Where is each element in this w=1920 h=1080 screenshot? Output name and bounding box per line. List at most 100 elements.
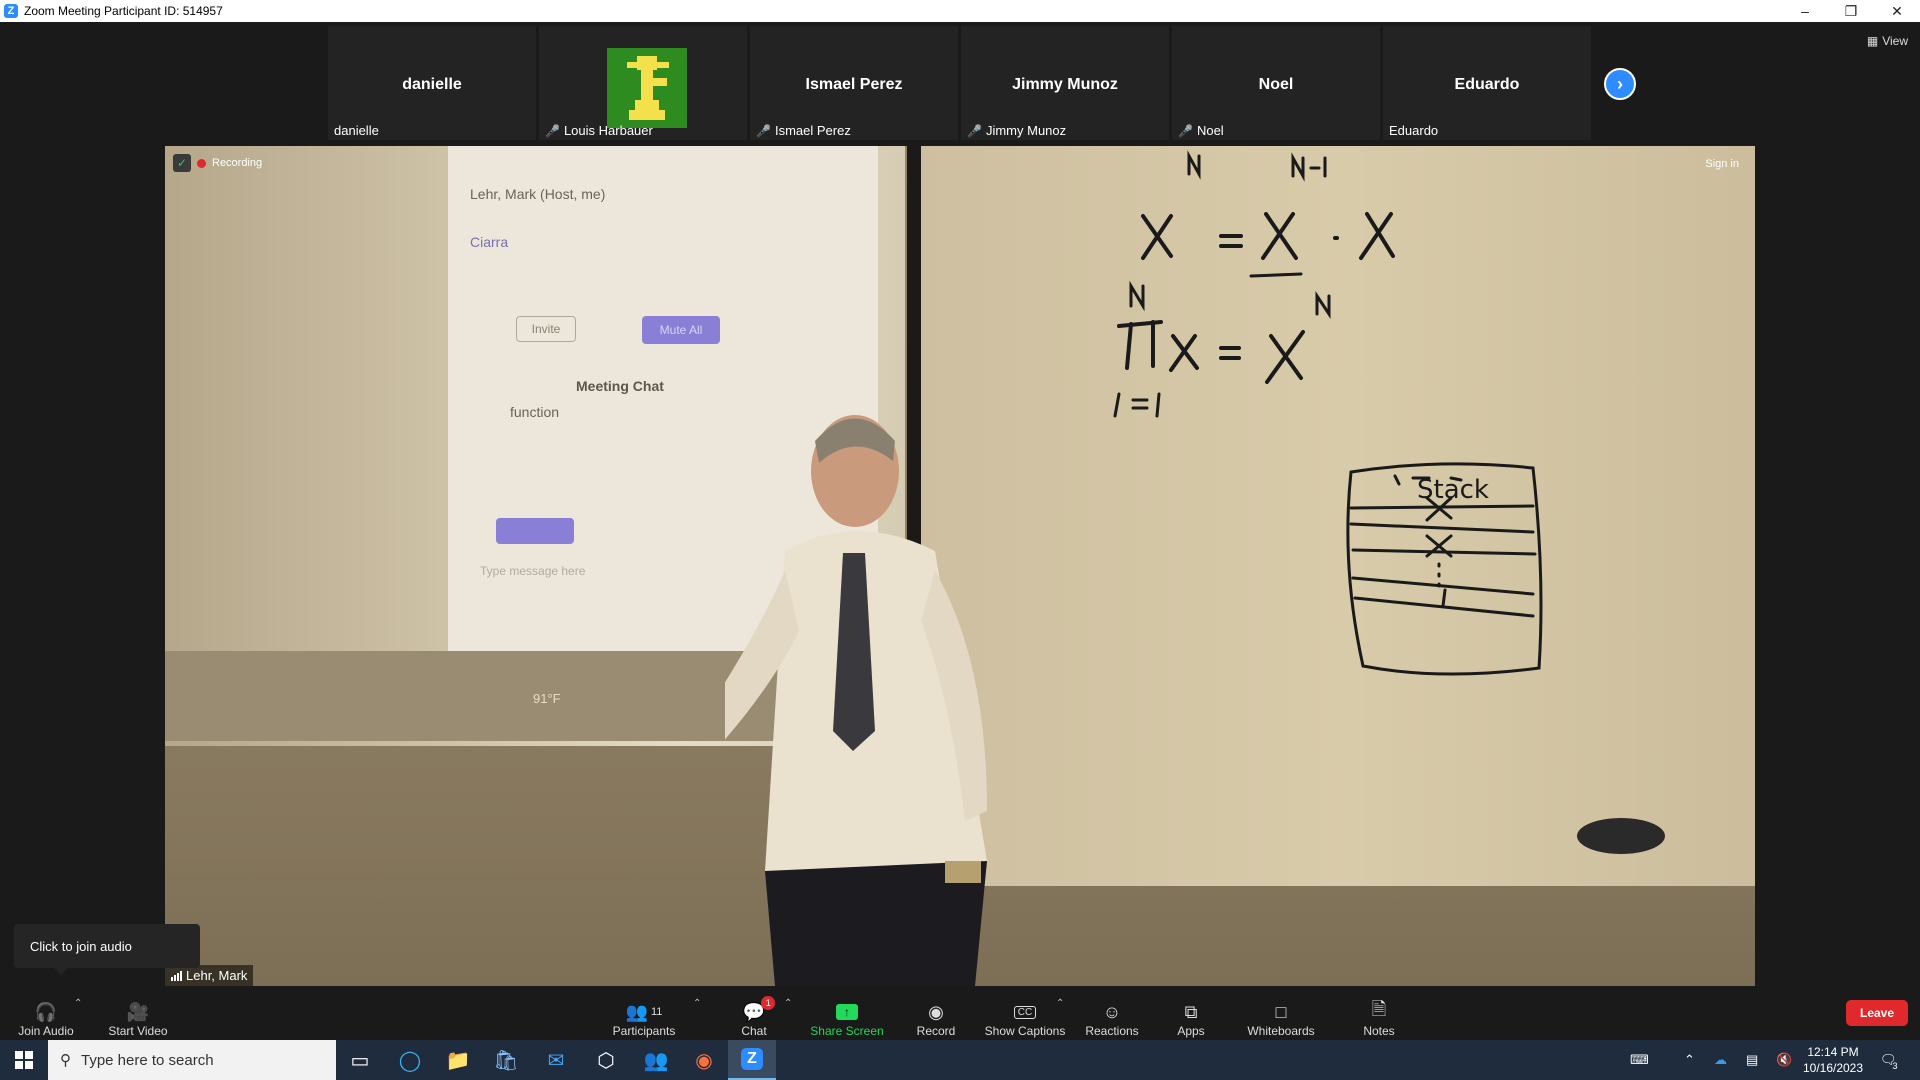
share-screen-icon: ↑	[836, 1000, 858, 1024]
participant-display-name: Eduardo	[1454, 76, 1520, 93]
whiteboards-button[interactable]: □ Whiteboards	[1240, 990, 1322, 1039]
meeting-toolbar: 🎧 Join Audio ⌃ 🎥 Start Video 👥 11 Partic…	[0, 986, 1920, 1040]
video-off-icon: 🎥	[126, 1001, 150, 1022]
leave-button[interactable]: Leave	[1846, 1000, 1908, 1026]
apps-button[interactable]: ⧉ Apps	[1164, 990, 1218, 1039]
participants-caret-icon[interactable]: ⌃	[693, 998, 701, 1009]
record-label: Record	[916, 1024, 956, 1038]
projected-host-row: Lehr, Mark (Host, me)	[470, 186, 606, 202]
projected-mute-all-button: Mute All	[642, 316, 720, 344]
firefox-icon[interactable]: ◉	[680, 1040, 728, 1080]
chat-badge: 1	[761, 996, 776, 1010]
search-placeholder: Type here to search	[81, 1051, 214, 1069]
presenter-figure	[665, 415, 987, 986]
reactions-button[interactable]: ☺ Reactions	[1080, 990, 1144, 1039]
participant-tile[interactable]: Noel 🎤 Noel	[1172, 26, 1380, 140]
captions-caret-icon[interactable]: ⌃	[1056, 998, 1064, 1009]
participant-tile[interactable]: Ismael Perez 🎤 Ismael Perez	[750, 26, 958, 140]
participant-display-name: Jimmy Munoz	[1012, 76, 1118, 93]
chat-button[interactable]: 💬 1 Chat	[724, 990, 784, 1038]
captions-icon: CC	[1013, 1000, 1037, 1024]
participant-name-tag: danielle	[334, 123, 379, 138]
taskbar-search-box[interactable]: ⚲ Type here to search	[48, 1040, 336, 1080]
view-button[interactable]: ▦ View	[1867, 34, 1908, 48]
whiteboard-icon: □	[1275, 1001, 1287, 1022]
mic-muted-icon: 🎤	[1178, 123, 1193, 138]
participant-strip: danielle danielle 🎤 Louis Harbauer Ismae…	[0, 22, 1920, 144]
participant-display-name: Noel	[1258, 76, 1294, 93]
projected-invite-button: Invite	[516, 316, 576, 342]
store-icon[interactable]: 🛍	[482, 1040, 530, 1080]
board-stack-word: Stack	[1417, 475, 1489, 505]
participant-label: Eduardo	[1389, 123, 1439, 138]
share-screen-button[interactable]: ↑ Share Screen	[806, 990, 888, 1038]
participant-name-tag: 🎤 Ismael Perez	[756, 123, 851, 138]
participant-tile[interactable]: Jimmy Munoz 🎤 Jimmy Munoz	[961, 26, 1169, 140]
notifications-button[interactable]: 🗨 3	[1880, 1040, 1898, 1080]
keyboard-layout-icon[interactable]: ⌨	[1630, 1040, 1649, 1080]
window-title: Zoom Meeting Participant ID: 514957	[24, 4, 223, 18]
participant-tile[interactable]: Eduardo Eduardo	[1383, 26, 1591, 140]
recording-label: Recording	[212, 157, 263, 169]
teams-icon[interactable]: 👥	[632, 1040, 680, 1080]
participant-name-tag: 🎤 Jimmy Munoz	[967, 123, 1066, 138]
file-explorer-icon[interactable]: 📁	[434, 1040, 482, 1080]
sign-in-link[interactable]: Sign in	[1705, 158, 1739, 170]
headphones-icon: 🎧	[34, 1001, 58, 1022]
participants-icon: 👥 11	[625, 1001, 663, 1022]
start-button[interactable]	[0, 1040, 48, 1080]
board-handwriting: Stack	[1113, 150, 1665, 854]
presenter	[665, 401, 1035, 986]
whiteboards-label: Whiteboards	[1247, 1024, 1315, 1038]
windows-taskbar: ⚲ Type here to search ▭ ◯ 📁 🛍 ✉ ⬡ 👥 ◉ Z …	[0, 1040, 1920, 1080]
chevron-right-icon: ›	[1617, 73, 1623, 94]
join-audio-tooltip[interactable]: Click to join audio	[14, 924, 200, 975]
participant-label: Jimmy Munoz	[985, 123, 1067, 138]
apps-label: Apps	[1177, 1024, 1205, 1038]
join-audio-button[interactable]: 🎧 Join Audio	[10, 990, 82, 1039]
main-video: Lehr, Mark (Host, me) Ciarra Invite Mute…	[165, 146, 1755, 986]
participants-button[interactable]: 👥 11 Participants	[604, 990, 684, 1039]
task-view-icon[interactable]: ▭	[336, 1040, 384, 1080]
apps-icon: ⧉	[1184, 1001, 1198, 1022]
edge-browser-icon[interactable]: ◯	[386, 1040, 434, 1080]
join-audio-tooltip-text: Click to join audio	[30, 938, 132, 954]
next-page-button[interactable]: ›	[1604, 68, 1636, 100]
show-hidden-icons-icon[interactable]: ⌃	[1684, 1040, 1695, 1080]
taskbar-clock[interactable]: 12:14 PM 10/16/2023	[1798, 1044, 1868, 1076]
projected-second-row: Ciarra	[470, 234, 509, 250]
participant-display-name: Ismael Perez	[805, 76, 903, 93]
notes-button[interactable]: 🗎 Notes	[1352, 990, 1406, 1038]
participant-label: danielle	[334, 123, 379, 138]
start-video-label: Start Video	[108, 1024, 168, 1038]
clock-time: 12:14 PM	[1807, 1045, 1859, 1059]
record-dot-icon	[197, 158, 206, 168]
audio-options-caret-icon[interactable]: ⌃	[74, 998, 82, 1009]
participant-tile[interactable]: 🎤 Louis Harbauer	[539, 26, 747, 140]
onedrive-icon[interactable]: ☁	[1714, 1040, 1727, 1080]
reactions-icon: ☺	[1102, 1001, 1122, 1022]
participant-avatar	[607, 48, 687, 128]
volume-muted-icon[interactable]: 🔇	[1776, 1040, 1792, 1080]
participant-display-name: danielle	[402, 76, 462, 93]
record-button[interactable]: ◉ Record	[906, 990, 966, 1039]
clock-date: 10/16/2023	[1802, 1061, 1864, 1075]
mic-muted-icon: 🎤	[545, 123, 560, 138]
recording-indicator[interactable]: ✓ Recording	[173, 154, 262, 172]
participant-tile[interactable]: danielle danielle	[328, 26, 536, 140]
restore-button[interactable]: ❐	[1828, 0, 1874, 22]
start-video-button[interactable]: 🎥 Start Video	[100, 990, 176, 1039]
chat-icon: 💬 1	[743, 996, 776, 1024]
reactions-label: Reactions	[1085, 1024, 1139, 1038]
zoom-taskbar-icon[interactable]: Z	[728, 1040, 776, 1080]
windows-logo-icon	[15, 1051, 33, 1069]
minimize-button[interactable]: –	[1782, 0, 1828, 22]
participants-label: Participants	[612, 1024, 676, 1038]
mail-icon[interactable]: ✉	[532, 1040, 580, 1080]
close-button[interactable]: ✕	[1874, 0, 1920, 22]
network-icon[interactable]: ▤	[1746, 1040, 1758, 1080]
chat-caret-icon[interactable]: ⌃	[784, 998, 792, 1009]
notifications-count: 3	[1892, 1061, 1898, 1071]
projected-recipient-button	[496, 518, 574, 544]
app-cube-icon[interactable]: ⬡	[582, 1040, 630, 1080]
